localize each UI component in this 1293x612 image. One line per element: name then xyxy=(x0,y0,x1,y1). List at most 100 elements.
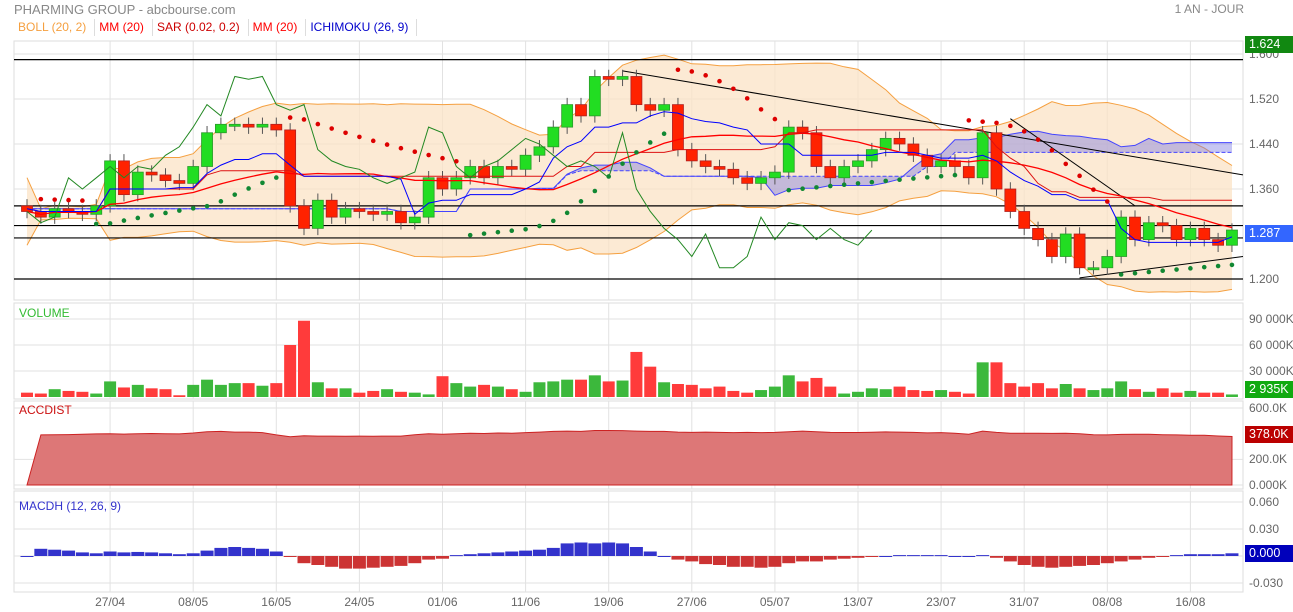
volume-bar xyxy=(1073,388,1086,397)
candle-down xyxy=(159,174,172,181)
sar-dot xyxy=(398,145,404,151)
macdh-bar xyxy=(809,556,823,562)
macdh-bar xyxy=(366,556,380,568)
sar-dot xyxy=(578,199,584,204)
candle-up xyxy=(1115,216,1128,257)
candle-up xyxy=(228,123,241,127)
sar-dot xyxy=(883,178,888,184)
macdh-bar xyxy=(117,552,131,556)
candle-up xyxy=(561,104,574,128)
sar-dot xyxy=(855,181,861,186)
period-label[interactable]: 1 AN - JOUR xyxy=(1175,2,1244,16)
candle-up xyxy=(256,123,269,128)
price-axis-label: 1.520 xyxy=(1249,92,1280,106)
macdh-bar xyxy=(768,556,782,567)
candle-down xyxy=(741,177,754,184)
macdh-bar xyxy=(726,556,740,567)
macdh-bar xyxy=(1086,556,1100,565)
volume-axis-label: 30 000K xyxy=(1249,364,1293,378)
candle-down xyxy=(699,160,712,167)
macdh-bar xyxy=(1003,556,1017,562)
volume-bar xyxy=(256,385,269,397)
sar-dot xyxy=(994,120,999,126)
volume-bar xyxy=(381,389,394,397)
candle-down xyxy=(672,104,684,151)
date-axis-label: 16/05 xyxy=(261,595,292,609)
volume-bar xyxy=(796,381,809,397)
volume-bar xyxy=(976,362,989,397)
sar-dot xyxy=(218,199,224,204)
macdh-bar xyxy=(1183,554,1197,556)
chart-canvas[interactable] xyxy=(0,0,1293,612)
volume-bar xyxy=(1045,388,1058,397)
volume-bar xyxy=(436,376,449,397)
legend-boll[interactable]: BOLL (20, 2) xyxy=(14,19,96,36)
legend-sar[interactable]: SAR (0.02, 0.2) xyxy=(153,19,249,36)
sar-dot xyxy=(329,126,335,131)
macdh-bar xyxy=(546,547,560,556)
sar-dot xyxy=(703,73,708,78)
price-axis-label: 1.200 xyxy=(1249,272,1280,286)
sar-dot xyxy=(841,182,847,188)
date-axis-label: 05/07 xyxy=(759,595,790,609)
macdh-bar xyxy=(934,555,948,557)
volume-bar xyxy=(505,389,518,397)
last-price-badge: 1.287 xyxy=(1245,225,1293,242)
macdh-bar xyxy=(671,556,685,560)
candle-up xyxy=(339,208,352,218)
candle-down xyxy=(893,137,906,145)
macdh-bar xyxy=(242,547,256,556)
accdist-area xyxy=(26,430,1233,486)
sar-dot xyxy=(938,173,944,179)
sar-dot xyxy=(1035,137,1041,142)
volume-bar xyxy=(519,391,532,397)
accdist-axis-label: 200.0K xyxy=(1249,452,1288,467)
volume-bar xyxy=(824,386,837,397)
sar-dot xyxy=(966,118,972,123)
volume-bar xyxy=(935,390,948,397)
macdh-bar xyxy=(34,548,48,556)
macdh-bar xyxy=(311,556,325,565)
date-axis-label: 27/04 xyxy=(95,595,126,609)
volume-bar xyxy=(325,388,338,397)
volume-bar xyxy=(21,392,33,397)
candle-up xyxy=(1101,256,1114,269)
volume-bar xyxy=(48,389,61,397)
macdh-bar xyxy=(740,556,754,567)
sar-dot xyxy=(1008,123,1013,129)
macdh-axis-label: 0.030 xyxy=(1249,522,1280,536)
macdh-bar xyxy=(602,542,616,556)
sar-dot xyxy=(357,134,362,140)
volume-bar xyxy=(1170,392,1183,397)
macdh-bar xyxy=(657,556,671,557)
sar-dot xyxy=(564,210,570,216)
volume-bar xyxy=(464,386,477,397)
sar-dot xyxy=(980,119,985,124)
candle-up xyxy=(214,123,227,134)
volume-bar xyxy=(893,386,906,397)
macdh-bar xyxy=(394,556,408,566)
legend-mm-2[interactable]: MM (20) xyxy=(249,19,307,36)
volume-bar xyxy=(228,383,241,397)
candle-down xyxy=(353,208,366,212)
legend-mm-1[interactable]: MM (20) xyxy=(95,19,153,36)
volume-bar xyxy=(422,394,435,397)
sar-dot xyxy=(38,196,44,202)
macdh-bar xyxy=(1100,556,1114,564)
volume-bar xyxy=(104,381,117,397)
macdh-bar xyxy=(422,556,436,560)
candle-down xyxy=(325,199,338,218)
macdh-bar xyxy=(103,551,117,556)
sar-dot xyxy=(412,149,418,154)
sar-dot xyxy=(246,186,251,191)
sar-dot xyxy=(647,140,653,145)
macdh-bar xyxy=(920,555,934,557)
volume-panel-label: VOLUME xyxy=(19,306,70,320)
candle-down xyxy=(602,76,615,80)
sar-dot xyxy=(800,186,805,192)
volume-bar xyxy=(865,388,878,397)
sar-dot xyxy=(744,96,750,101)
macdh-bar xyxy=(1225,553,1239,556)
candle-up xyxy=(1226,229,1238,246)
legend-ichimoku[interactable]: ICHIMOKU (26, 9) xyxy=(306,19,418,36)
